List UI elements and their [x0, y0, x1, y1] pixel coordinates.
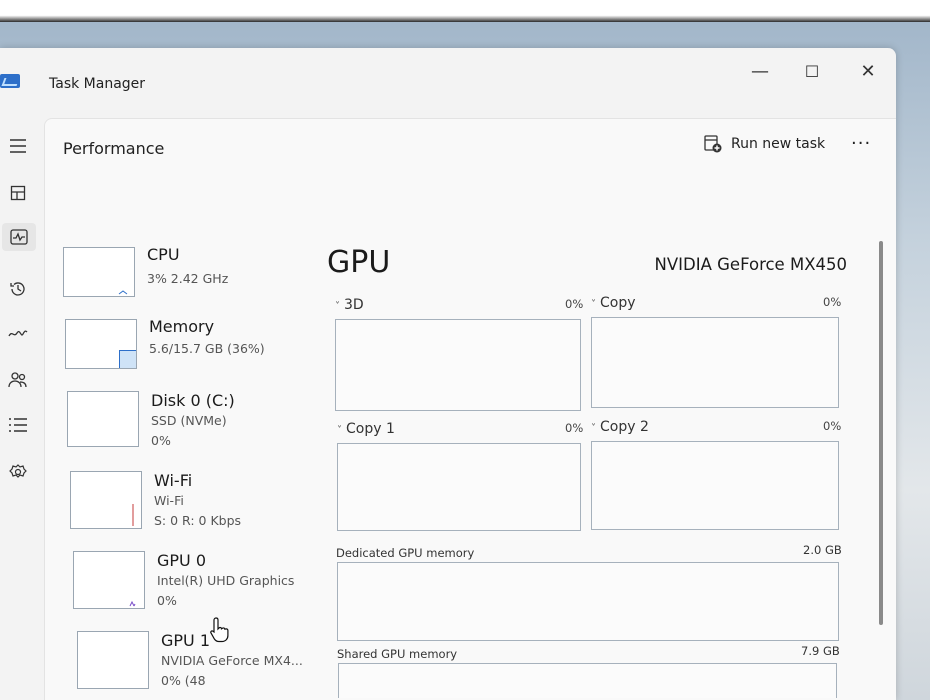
window-title: Task Manager [49, 76, 146, 92]
startup-apps-icon[interactable] [4, 320, 32, 348]
engine-percent-3d: 0% [565, 297, 584, 311]
graph-3d [335, 319, 581, 411]
app-history-icon[interactable] [4, 275, 32, 303]
device-gpu-0[interactable]: GPU 0 Intel(R) UHD Graphics 0% [73, 551, 323, 613]
run-new-task-label: Run new task [731, 136, 826, 152]
device-memory[interactable]: Memory 5.6/15.7 GB (36%) [65, 317, 315, 379]
services-icon[interactable] [4, 458, 32, 486]
task-manager-app-icon [0, 74, 20, 88]
dedicated-memory-graph [337, 562, 839, 641]
wifi-thumbnail-graph [70, 471, 142, 529]
device-throughput: S: 0 R: 0 Kbps [154, 513, 242, 528]
graph-copy-2 [591, 441, 839, 530]
gpu-model-name: NVIDIA GeForce MX450 [654, 255, 847, 274]
device-name: CPU [147, 245, 180, 264]
device-detail: NVIDIA GeForce MX4... [161, 653, 303, 668]
cpu-thumbnail-graph [63, 247, 135, 297]
page-title: Performance [63, 139, 165, 158]
chevron-down-icon: ˅ [335, 301, 340, 312]
engine-selector-copy-1[interactable]: ˅ Copy 1 [337, 421, 395, 437]
device-gpu-1[interactable]: GPU 1 NVIDIA GeForce MX4... 0% (48 [77, 631, 327, 693]
maximize-button[interactable]: ☐ [792, 56, 832, 86]
graph-copy-1 [337, 443, 581, 531]
close-button[interactable]: ✕ [848, 56, 888, 86]
navigation-sidebar [0, 118, 44, 700]
chevron-down-icon: ˅ [591, 299, 596, 310]
run-new-task-button[interactable]: Run new task [703, 129, 825, 159]
device-wifi[interactable]: Wi-Fi Wi-Fi S: 0 R: 0 Kbps [70, 471, 320, 533]
title-bar: Task Manager — ☐ ✕ [0, 48, 896, 118]
hand-cursor-icon [208, 616, 234, 648]
device-name: Memory [149, 317, 215, 336]
engine-selector-3d[interactable]: ˅ 3D [335, 297, 364, 313]
device-detail: Intel(R) UHD Graphics [157, 573, 295, 588]
performance-panel: Performance Run new task ··· CPU 3% 2.42… [44, 118, 896, 700]
gpu1-thumbnail-graph [77, 631, 149, 689]
device-detail: SSD (NVMe) [151, 413, 227, 428]
performance-icon[interactable] [2, 223, 36, 251]
users-icon[interactable] [4, 366, 32, 394]
device-utilization: 0% [157, 593, 177, 608]
disk-thumbnail-graph [67, 391, 139, 447]
device-detail: 5.6/15.7 GB (36%) [149, 341, 265, 356]
graph-copy [591, 317, 839, 408]
device-cpu[interactable]: CPU 3% 2.42 GHz [63, 245, 313, 307]
engine-percent-copy-1: 0% [565, 421, 584, 435]
device-detail: 3% 2.42 GHz [147, 271, 229, 286]
screen-bezel [0, 0, 930, 22]
minimize-button[interactable]: — [740, 56, 780, 86]
device-detail: Wi-Fi [154, 493, 184, 508]
dedicated-memory-label: Dedicated GPU memory [336, 546, 475, 560]
shared-memory-label: Shared GPU memory [337, 647, 458, 661]
processes-icon[interactable] [4, 179, 32, 207]
detail-title: GPU [327, 245, 391, 280]
chevron-down-icon: ˅ [591, 423, 596, 434]
device-name: Disk 0 (C:) [151, 391, 235, 410]
engine-percent-copy-2: 0% [823, 419, 842, 433]
device-name: GPU 0 [157, 551, 207, 570]
chevron-down-icon: ˅ [337, 425, 342, 436]
engine-percent-copy: 0% [823, 295, 842, 309]
device-name: GPU 1 [161, 631, 211, 650]
dedicated-memory-max: 2.0 GB [803, 543, 842, 557]
shared-memory-max: 7.9 GB [801, 644, 840, 658]
shared-memory-graph [338, 663, 837, 698]
memory-thumbnail-graph [65, 319, 137, 369]
vertical-scrollbar[interactable] [879, 241, 883, 625]
device-disk-0[interactable]: Disk 0 (C:) SSD (NVMe) 0% [67, 391, 317, 453]
more-options-button[interactable]: ··· [851, 133, 871, 154]
device-name: Wi-Fi [154, 471, 193, 490]
hamburger-menu-icon[interactable] [4, 132, 32, 160]
engine-selector-copy[interactable]: ˅ Copy [591, 295, 636, 311]
details-icon[interactable] [4, 411, 32, 439]
run-task-icon [704, 135, 722, 153]
gpu0-thumbnail-graph [73, 551, 145, 609]
device-utilization: 0% [151, 433, 171, 448]
device-utilization: 0% (48 [161, 673, 206, 688]
task-manager-window: Task Manager — ☐ ✕ Performance Run new t… [0, 48, 896, 700]
engine-selector-copy-2[interactable]: ˅ Copy 2 [591, 419, 649, 435]
